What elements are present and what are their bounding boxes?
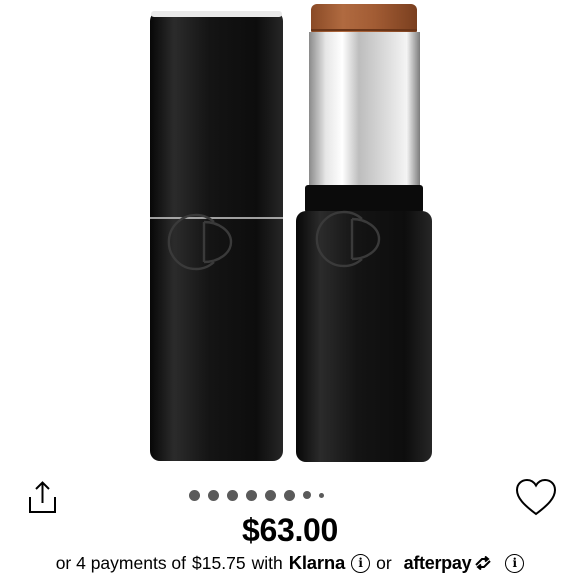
foundation-stick-image	[150, 4, 432, 462]
carousel-dot[interactable]	[227, 489, 238, 501]
klarna-info-icon[interactable]: i	[351, 553, 371, 573]
carousel-dot[interactable]	[246, 489, 257, 501]
payment-with: with	[251, 552, 283, 573]
price: $63.00	[241, 512, 339, 548]
afterpay-info-icon[interactable]: i	[505, 553, 525, 573]
payment-prefix: or 4 payments of	[55, 552, 187, 573]
carousel-dot[interactable]	[189, 489, 200, 501]
capped-stick	[150, 11, 283, 461]
uncapped-stick	[296, 4, 432, 462]
payment-options: or 4 payments of $15.75 with Klarna i or…	[0, 552, 580, 574]
product-image	[0, 0, 580, 470]
afterpay-logo[interactable]: afterpay	[404, 553, 472, 574]
carousel-dot[interactable]	[284, 489, 295, 501]
carousel-dot[interactable]	[265, 489, 276, 501]
carousel-dot[interactable]	[303, 491, 311, 499]
installment-amount: $15.75	[192, 552, 246, 573]
carousel-dots	[189, 489, 324, 501]
carousel-dot[interactable]	[319, 492, 324, 498]
afterpay-arrows-icon	[473, 556, 493, 570]
afterpay-wordmark: afterpay	[403, 552, 472, 573]
payment-or: or	[376, 552, 392, 573]
carousel-dot[interactable]	[208, 489, 219, 501]
klarna-logo[interactable]: Klarna	[289, 552, 346, 574]
